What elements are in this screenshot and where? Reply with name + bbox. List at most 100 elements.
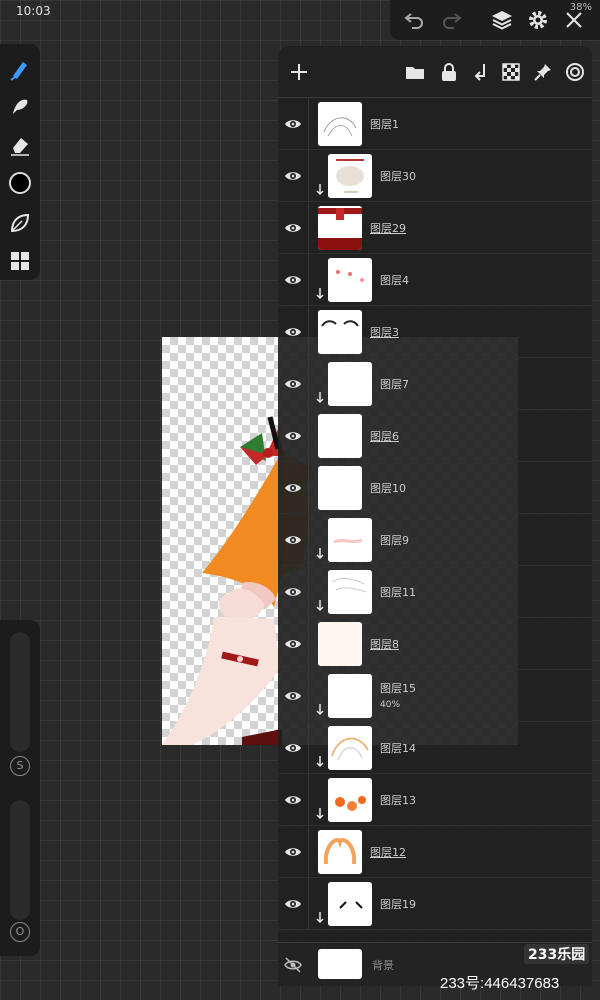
tool-palette	[0, 44, 40, 280]
eye-icon[interactable]	[284, 531, 302, 549]
leaf-icon[interactable]	[7, 210, 33, 236]
layer-row[interactable]: 图层3	[278, 306, 592, 358]
layer-divider	[308, 670, 309, 721]
merge-down-icon[interactable]	[470, 61, 492, 83]
eye-icon[interactable]	[284, 219, 302, 237]
size-slider[interactable]	[10, 632, 30, 752]
checker-icon[interactable]	[500, 61, 522, 83]
status-time: 10:03	[16, 4, 51, 18]
background-layer-name: 背景	[372, 959, 394, 972]
eye-icon[interactable]	[284, 843, 302, 861]
eye-icon[interactable]	[284, 479, 302, 497]
folder-icon[interactable]	[404, 61, 426, 83]
layer-name: 图层10	[370, 482, 406, 495]
eye-icon[interactable]	[284, 115, 302, 133]
layer-name: 图层29	[370, 222, 406, 235]
top-action-bar: 38%	[390, 0, 600, 40]
brush-sliders: S O	[0, 620, 40, 956]
layer-thumbnail	[328, 258, 372, 302]
eye-icon[interactable]	[284, 323, 302, 341]
layer-name: 图层11	[380, 586, 416, 599]
smudge-icon[interactable]	[7, 94, 33, 120]
layer-name: 图层4	[380, 274, 409, 287]
pin-icon[interactable]	[532, 61, 554, 83]
eraser-icon[interactable]	[7, 132, 33, 158]
eye-icon[interactable]	[284, 167, 302, 185]
layer-name: 图层13	[380, 794, 416, 807]
layer-thumbnail	[318, 310, 362, 354]
lock-icon[interactable]	[438, 61, 460, 83]
grid-icon[interactable]	[7, 248, 33, 274]
layer-row[interactable]: 图层6	[278, 410, 592, 462]
clipping-mask-icon	[316, 912, 324, 924]
layer-row[interactable]: 图层9	[278, 514, 592, 566]
layer-divider	[308, 618, 309, 669]
clipping-mask-icon	[316, 392, 324, 404]
redo-icon[interactable]	[440, 8, 464, 32]
layer-divider	[308, 306, 309, 357]
layer-divider	[308, 514, 309, 565]
add-layer-icon[interactable]	[288, 61, 310, 83]
layer-row[interactable]: 图层29	[278, 202, 592, 254]
layer-opacity: 40%	[380, 700, 401, 710]
layer-thumbnail	[328, 570, 372, 614]
eye-icon[interactable]	[284, 791, 302, 809]
layer-row[interactable]: 图层4	[278, 254, 592, 306]
layer-divider	[308, 358, 309, 409]
eye-icon[interactable]	[284, 895, 302, 913]
layer-thumbnail	[318, 622, 362, 666]
clipping-mask-icon	[316, 288, 324, 300]
undo-icon[interactable]	[402, 8, 426, 32]
layer-thumbnail	[318, 414, 362, 458]
layer-thumbnail	[328, 778, 372, 822]
layer-name: 图层15	[380, 682, 416, 695]
background-thumbnail	[318, 949, 362, 979]
layer-divider	[308, 774, 309, 825]
layer-thumbnail	[318, 830, 362, 874]
hidden-eye-icon[interactable]	[284, 956, 302, 974]
layer-thumbnail	[318, 102, 362, 146]
layer-row[interactable]: 图层11	[278, 566, 592, 618]
layer-divider	[308, 254, 309, 305]
layer-name: 图层14	[380, 742, 416, 755]
eye-icon[interactable]	[284, 375, 302, 393]
layer-row[interactable]: 图层30	[278, 150, 592, 202]
clipping-mask-icon	[316, 600, 324, 612]
clipping-mask-icon	[316, 184, 324, 196]
layer-divider	[308, 878, 309, 929]
layer-row[interactable]: 图层15 40%	[278, 670, 592, 722]
layer-thumbnail	[318, 466, 362, 510]
layers-icon[interactable]	[490, 8, 514, 32]
layer-row[interactable]: 图层12	[278, 826, 592, 878]
watermark-logo: 233乐园	[524, 944, 590, 964]
layer-row[interactable]: 图层19	[278, 878, 592, 930]
eye-icon[interactable]	[284, 739, 302, 757]
settings-icon[interactable]	[526, 8, 550, 32]
layer-row[interactable]: 图层7	[278, 358, 592, 410]
reference-icon[interactable]	[564, 61, 586, 83]
battery-level: 38%	[569, 2, 592, 13]
eye-icon[interactable]	[284, 687, 302, 705]
layer-row[interactable]: 图层1	[278, 98, 592, 150]
color-swatch[interactable]	[9, 172, 31, 194]
layer-row[interactable]: 图层8	[278, 618, 592, 670]
layer-divider	[308, 98, 309, 149]
layer-divider	[308, 826, 309, 877]
layer-thumbnail	[328, 674, 372, 718]
layer-divider	[308, 410, 309, 461]
eye-icon[interactable]	[284, 427, 302, 445]
eye-icon[interactable]	[284, 583, 302, 601]
layer-row[interactable]: 图层13	[278, 774, 592, 826]
layer-name: 图层30	[380, 170, 416, 183]
clipping-mask-icon	[316, 548, 324, 560]
eye-icon[interactable]	[284, 271, 302, 289]
opacity-slider[interactable]	[10, 800, 30, 920]
watermark-id: 233号:446437683	[440, 975, 560, 992]
brush-icon[interactable]	[7, 56, 33, 82]
layer-row[interactable]: 图层14	[278, 722, 592, 774]
eye-icon[interactable]	[284, 635, 302, 653]
layer-row[interactable]: 图层10	[278, 462, 592, 514]
layer-list: 图层1 图层30 图层29 图层4 图层3 图层7 图层6 图层10 图层9 图层11 图层8 图层1…	[278, 98, 592, 930]
layer-name: 图层7	[380, 378, 409, 391]
layer-thumbnail	[328, 882, 372, 926]
